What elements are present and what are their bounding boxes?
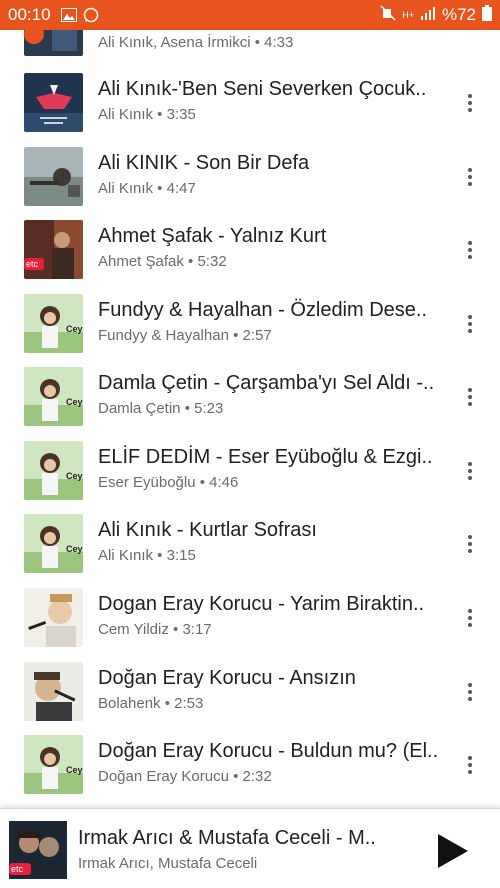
song-thumbnail: Ceyl <box>24 367 83 426</box>
song-row[interactable]: Ceyl Damla Çetin - Çarşamba'yı Sel Aldı … <box>0 360 500 434</box>
etc-logo: etc <box>11 864 24 874</box>
song-row[interactable]: Ceyl Ali Kınık - Kurtlar Sofrası Ali Kın… <box>0 507 500 581</box>
song-subtitle: Ahmet Şafak • 5:32 <box>98 253 227 270</box>
song-title: Ali Kınık-'Ben Seni Severken Çocuk.. <box>98 78 427 100</box>
more-vert-icon[interactable] <box>460 382 480 412</box>
song-row[interactable]: Ali KINIK - Son Bir Defa Ali Kınık • 4:4… <box>0 140 500 214</box>
song-title: Ali KINIK - Son Bir Defa <box>98 152 310 174</box>
network-type: H+ <box>402 10 414 20</box>
song-subtitle: Bolahenk • 2:53 <box>98 695 204 712</box>
battery-percent: %72 <box>441 5 476 24</box>
more-vert-icon[interactable] <box>460 603 480 633</box>
song-row[interactable]: Dogan Eray Korucu - Yarim Biraktin.. Cem… <box>0 581 500 655</box>
battery-icon <box>482 4 492 26</box>
status-bar: 00:10 H+ %72 <box>0 0 500 30</box>
more-vert-icon[interactable] <box>460 88 480 118</box>
song-list[interactable]: Ali Kınık, Asena İrmikci • 4:33 Ali Kını… <box>0 0 500 808</box>
more-vert-icon[interactable] <box>460 750 480 780</box>
ceyl-label: Ceyl <box>66 544 83 554</box>
song-row[interactable]: Ceyl ELİF DEDİM - Eser Eyüboğlu & Ezgi..… <box>0 434 500 508</box>
song-subtitle: Eser Eyüboğlu • 4:46 <box>98 474 239 491</box>
song-subtitle: Cem Yildiz • 3:17 <box>98 621 212 638</box>
gallery-icon <box>60 8 77 22</box>
song-subtitle: Ali Kınık, Asena İrmikci • 4:33 <box>98 34 294 51</box>
song-title: Ali Kınık - Kurtlar Sofrası <box>98 519 317 541</box>
song-title: Dogan Eray Korucu - Yarim Biraktin.. <box>98 593 425 615</box>
more-vert-icon[interactable] <box>460 162 480 192</box>
song-thumbnail <box>24 147 83 206</box>
song-thumbnail: Ceyl <box>24 735 83 794</box>
now-playing-title: Irmak Arıcı & Mustafa Ceceli - M.. <box>78 827 376 849</box>
more-vert-icon[interactable] <box>460 235 480 265</box>
song-subtitle: Doğan Eray Korucu • 2:32 <box>98 768 272 785</box>
ceyl-label: Ceyl <box>66 397 83 407</box>
song-subtitle: Ali Kınık • 3:35 <box>98 106 196 123</box>
song-title: Damla Çetin - Çarşamba'yı Sel Aldı -.. <box>98 372 435 394</box>
more-vert-icon[interactable] <box>460 309 480 339</box>
song-subtitle: Ali Kınık • 4:47 <box>98 180 196 197</box>
etc-logo: etc <box>26 259 39 269</box>
more-vert-icon[interactable] <box>460 456 480 486</box>
mute-icon <box>380 4 396 26</box>
song-title: ELİF DEDİM - Eser Eyüboğlu & Ezgi.. <box>98 446 433 468</box>
song-row[interactable]: etc Ahmet Şafak - Yalnız Kurt Ahmet Şafa… <box>0 213 500 287</box>
song-title: Doğan Eray Korucu - Buldun mu? (El.. <box>98 740 439 762</box>
play-icon[interactable] <box>432 831 472 871</box>
song-subtitle: Fundyy & Hayalhan • 2:57 <box>98 327 272 344</box>
song-row[interactable]: Ceyl Doğan Eray Korucu - Buldun mu? (El.… <box>0 728 500 802</box>
song-thumbnail: Ceyl <box>24 294 83 353</box>
song-row[interactable]: Doğan Eray Korucu - Ansızın Bolahenk • 2… <box>0 655 500 729</box>
signal-icon <box>420 5 436 25</box>
status-time: 00:10 <box>8 5 51 24</box>
song-subtitle: Ali Kınık • 3:15 <box>98 547 196 564</box>
song-thumbnail <box>24 662 83 721</box>
song-thumbnail: Ceyl <box>24 441 83 500</box>
now-playing-artist: Irmak Arıcı, Mustafa Ceceli <box>78 855 258 872</box>
ceyl-label: Ceyl <box>66 471 83 481</box>
song-title: Ahmet Şafak - Yalnız Kurt <box>98 225 327 247</box>
song-subtitle: Damla Çetin • 5:23 <box>98 400 224 417</box>
whatsapp-icon <box>83 7 99 23</box>
song-thumbnail <box>24 588 83 647</box>
song-title: Fundyy & Hayalhan - Özledim Dese.. <box>98 299 428 321</box>
song-row[interactable]: Ceyl Fundyy & Hayalhan - Özledim Dese.. … <box>0 287 500 361</box>
song-row[interactable]: Ali Kınık-'Ben Seni Severken Çocuk.. Ali… <box>0 66 500 140</box>
more-vert-icon[interactable] <box>460 529 480 559</box>
song-thumbnail <box>24 73 83 132</box>
now-playing-thumbnail: etc <box>9 821 67 879</box>
more-vert-icon[interactable] <box>460 677 480 707</box>
ceyl-label: Ceyl <box>66 324 83 334</box>
song-thumbnail: etc <box>24 220 83 279</box>
song-thumbnail: Ceyl <box>24 514 83 573</box>
song-title: Doğan Eray Korucu - Ansızın <box>98 667 356 689</box>
ceyl-label: Ceyl <box>66 765 83 775</box>
mini-player[interactable]: etc Irmak Arıcı & Mustafa Ceceli - M.. I… <box>0 808 500 888</box>
